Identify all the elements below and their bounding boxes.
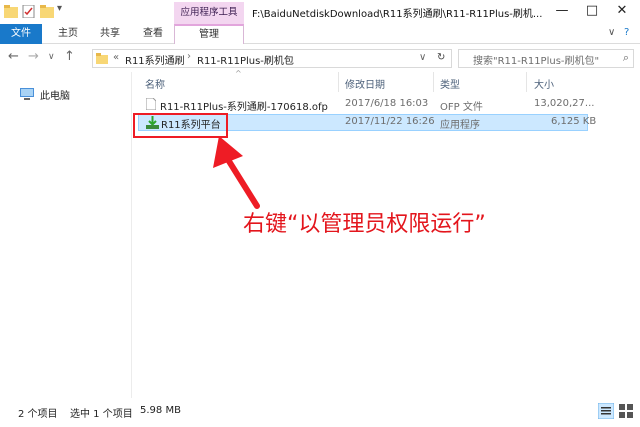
ribbon-tabs: 文件 主页 共享 查看 管理 ∨ ? (0, 24, 640, 44)
new-folder-icon[interactable] (40, 5, 54, 18)
search-input[interactable]: 搜索"R11-R11Plus-刷机包" ⌕ (458, 49, 634, 68)
file-type: 应用程序 (440, 120, 480, 131)
item-count: 2 个项目 (18, 409, 58, 420)
close-button[interactable]: ✕ (607, 0, 637, 24)
selected-count: 选中 1 个项目 (70, 409, 133, 420)
sort-ascending-icon: ^ (235, 69, 242, 78)
annotation-arrow-icon (213, 136, 260, 209)
tab-view[interactable]: 查看 (143, 24, 163, 44)
up-arrow-icon[interactable]: ↑ (64, 49, 75, 64)
column-header-modified[interactable]: 修改日期 (345, 76, 385, 91)
properties-icon[interactable] (22, 5, 36, 18)
tab-manage[interactable]: 管理 (174, 24, 244, 44)
address-dropdown-icon[interactable]: ∨ (419, 52, 426, 63)
selected-size: 5.98 MB (140, 405, 181, 416)
minimize-button[interactable]: — (547, 0, 577, 24)
address-bar[interactable]: « R11系列通刷 › R11-R11Plus-刷机包 ∨ ↻ (92, 49, 452, 68)
column-divider[interactable] (433, 72, 434, 92)
navigation-bar: ← → ∨ ↑ « R11系列通刷 › R11-R11Plus-刷机包 ∨ ↻ … (0, 44, 640, 72)
column-divider[interactable] (338, 72, 339, 92)
folder-icon (96, 53, 108, 64)
pc-icon (20, 88, 34, 100)
file-size: 13,020,27... (534, 98, 595, 109)
application-tools-header: 应用程序工具 (174, 2, 244, 24)
column-header-name[interactable]: 名称 (145, 76, 165, 91)
search-icon[interactable]: ⌕ (623, 51, 629, 65)
ribbon-collapse-icon[interactable]: ∨ (608, 27, 615, 38)
file-modified: 2017/6/18 16:03 (345, 98, 429, 109)
status-bar: 2 个项目 选中 1 个项目 5.98 MB (0, 398, 640, 427)
file-name: R11-R11Plus-系列通刷-170618.ofp (160, 102, 328, 113)
breadcrumb-overflow-icon[interactable]: « (113, 52, 119, 63)
chevron-right-icon: › (187, 51, 191, 62)
title-bar: ▾ 应用程序工具 F:\BaiduNetdiskDownload\R11系列通刷… (0, 0, 640, 24)
tab-share[interactable]: 共享 (100, 24, 120, 44)
column-header-size[interactable]: 大小 (534, 76, 554, 91)
file-size: 6,125 KB (551, 116, 597, 127)
navigation-pane: 此电脑 (0, 72, 132, 398)
search-placeholder: 搜索"R11-R11Plus-刷机包" (473, 56, 600, 67)
breadcrumb-item[interactable]: R11系列通刷 (125, 52, 185, 67)
recent-locations-icon[interactable]: ∨ (48, 52, 55, 62)
large-icons-view-icon[interactable] (618, 403, 634, 419)
window-title: F:\BaiduNetdiskDownload\R11系列通刷\R11-R11P… (252, 9, 543, 20)
file-type: OFP 文件 (440, 102, 483, 113)
tab-file[interactable]: 文件 (0, 24, 42, 44)
maximize-button[interactable]: □ (577, 0, 607, 24)
sidebar-item-label: 此电脑 (40, 91, 70, 102)
file-icon (146, 98, 156, 110)
folder-icon[interactable] (4, 5, 18, 18)
annotation-text: 右键“以管理员权限运行” (243, 212, 486, 237)
forward-arrow-icon[interactable]: → (28, 49, 39, 64)
refresh-icon[interactable]: ↻ (437, 52, 445, 63)
tab-home[interactable]: 主页 (58, 24, 78, 44)
quick-access-dropdown-icon[interactable]: ▾ (57, 3, 62, 14)
column-header-type[interactable]: 类型 (440, 76, 460, 91)
file-row[interactable]: R11-R11Plus-系列通刷-170618.ofp 2017/6/18 16… (138, 96, 594, 113)
breadcrumb-item[interactable]: R11-R11Plus-刷机包 (197, 52, 294, 67)
file-modified: 2017/11/22 16:26 (345, 116, 435, 127)
details-view-icon[interactable] (598, 403, 614, 419)
help-icon[interactable]: ? (624, 27, 629, 38)
column-divider[interactable] (526, 72, 527, 92)
back-arrow-icon[interactable]: ← (8, 49, 19, 64)
